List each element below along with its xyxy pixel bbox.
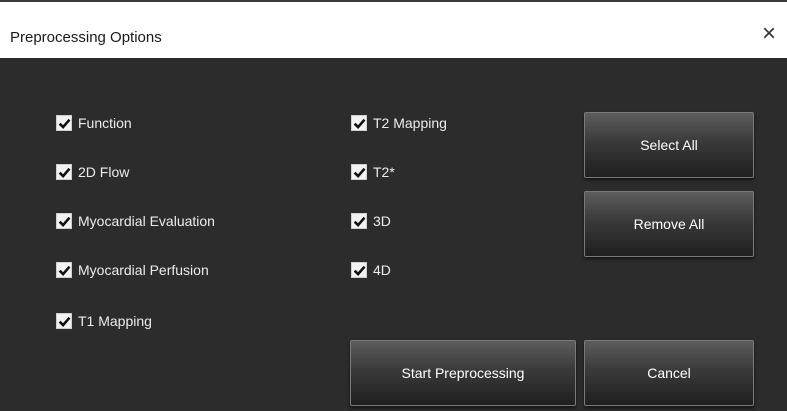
option-t1-mapping[interactable]: T1 Mapping bbox=[56, 310, 152, 332]
option-label: T2 Mapping bbox=[373, 115, 447, 131]
checkmark-icon bbox=[58, 118, 70, 129]
option-label: Myocardial Evaluation bbox=[78, 213, 215, 229]
option-t2-star[interactable]: T2* bbox=[351, 161, 395, 183]
option-label: Myocardial Perfusion bbox=[78, 262, 209, 278]
option-label: T1 Mapping bbox=[78, 313, 152, 329]
checkmark-icon bbox=[353, 167, 365, 178]
checkmark-icon bbox=[58, 167, 70, 178]
option-label: 3D bbox=[373, 213, 391, 229]
title-bar: Preprocessing Options × bbox=[0, 0, 787, 58]
close-icon[interactable]: × bbox=[757, 20, 781, 48]
checkmark-icon bbox=[58, 216, 70, 227]
option-3d[interactable]: 3D bbox=[351, 210, 391, 232]
option-myocardial-perfusion[interactable]: Myocardial Perfusion bbox=[56, 259, 209, 281]
cancel-button[interactable]: Cancel bbox=[584, 340, 754, 406]
checkmark-icon bbox=[353, 118, 365, 129]
checkbox-4d[interactable] bbox=[351, 262, 367, 278]
option-4d[interactable]: 4D bbox=[351, 259, 391, 281]
checkmark-icon bbox=[353, 265, 365, 276]
dialog-content: Function 2D Flow Myocardial Evaluation M… bbox=[0, 58, 787, 411]
start-preprocessing-button[interactable]: Start Preprocessing bbox=[350, 340, 576, 406]
option-label: 4D bbox=[373, 262, 391, 278]
checkmark-icon bbox=[58, 316, 70, 327]
checkbox-function[interactable] bbox=[56, 115, 72, 131]
checkbox-t2-mapping[interactable] bbox=[351, 115, 367, 131]
option-label: Function bbox=[78, 115, 132, 131]
checkmark-icon bbox=[58, 265, 70, 276]
option-t2-mapping[interactable]: T2 Mapping bbox=[351, 112, 447, 134]
option-label: 2D Flow bbox=[78, 164, 130, 180]
checkbox-myocardial-perfusion[interactable] bbox=[56, 262, 72, 278]
select-all-button[interactable]: Select All bbox=[584, 112, 754, 178]
option-myocardial-evaluation[interactable]: Myocardial Evaluation bbox=[56, 210, 215, 232]
checkbox-t1-mapping[interactable] bbox=[56, 313, 72, 329]
window-title: Preprocessing Options bbox=[10, 29, 162, 46]
checkbox-2d-flow[interactable] bbox=[56, 164, 72, 180]
remove-all-button[interactable]: Remove All bbox=[584, 191, 754, 257]
checkmark-icon bbox=[353, 216, 365, 227]
checkbox-myocardial-evaluation[interactable] bbox=[56, 213, 72, 229]
checkbox-3d[interactable] bbox=[351, 213, 367, 229]
checkbox-t2-star[interactable] bbox=[351, 164, 367, 180]
option-function[interactable]: Function bbox=[56, 112, 132, 134]
option-label: T2* bbox=[373, 164, 395, 180]
option-2d-flow[interactable]: 2D Flow bbox=[56, 161, 129, 183]
